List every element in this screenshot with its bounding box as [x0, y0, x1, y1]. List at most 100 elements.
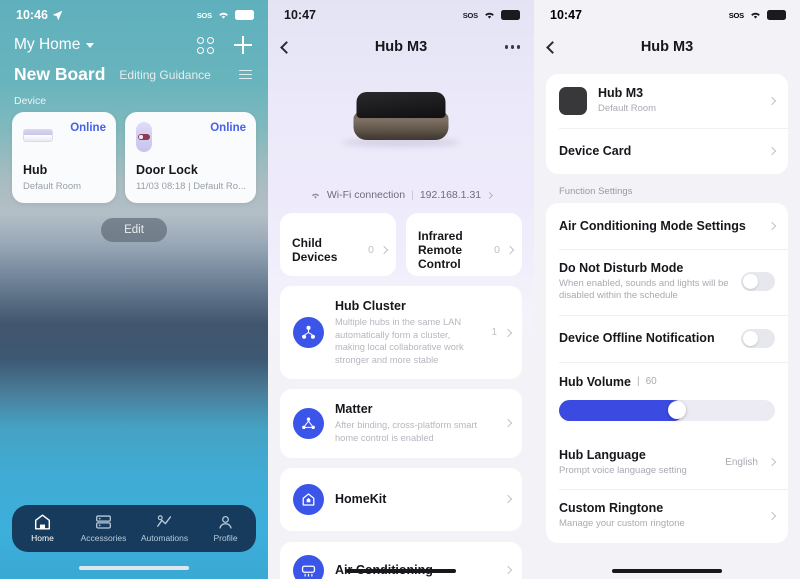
feature-row-matter[interactable]: Matter After binding, cross-platform sma… [280, 389, 522, 458]
quick-card-row: Child Devices 0 Infrared Remote Control … [280, 213, 522, 276]
bottom-tab-bar: Home Accessories Automations Profile [12, 505, 256, 552]
connection-status[interactable]: Wi-Fi connection | 192.168.1.31 [268, 189, 534, 213]
air-conditioning-icon [293, 554, 324, 579]
chevron-right-icon [503, 419, 513, 428]
tab-label: Accessories [80, 533, 127, 543]
setting-title: Air Conditioning Mode Settings [559, 218, 746, 233]
feature-row-homekit[interactable]: HomeKit [280, 467, 522, 531]
device-name: Hub [23, 163, 48, 177]
chevron-right-icon [505, 245, 515, 254]
nav-bar: Hub M3 [268, 30, 534, 64]
editing-guidance-label[interactable]: Editing Guidance [119, 68, 225, 82]
home-selector[interactable]: My Home [14, 36, 95, 54]
volume-title: Hub Volume [559, 374, 631, 389]
setting-title: Hub Language [559, 447, 646, 462]
edit-button[interactable]: Edit [101, 218, 167, 242]
setting-row-custom-ringtone[interactable]: Custom Ringtone Manage your custom ringt… [546, 489, 788, 543]
row-label: Device Card [559, 143, 632, 158]
device-card-row[interactable]: Device Card [546, 127, 788, 174]
device-card-door-lock[interactable]: Online Door Lock 11/03 08:18 | Default R… [124, 112, 256, 203]
tab-label: Profile [213, 533, 238, 543]
setting-row-offline-notification[interactable]: Device Offline Notification [546, 314, 788, 362]
plus-icon[interactable] [234, 36, 252, 54]
slider-fill [559, 399, 685, 421]
phone-screen-home: 10:46 SOS My Home New Board Editing Guid… [0, 0, 268, 579]
section-label-function-settings: Function Settings [559, 185, 633, 197]
home-indicator [612, 569, 722, 573]
feature-row-air-conditioning[interactable]: Air Conditioning [280, 541, 522, 579]
battery-icon [235, 10, 254, 20]
slider-handle[interactable] [668, 401, 687, 419]
setting-row-do-not-disturb[interactable]: Do Not Disturb Mode When enabled, sounds… [546, 248, 788, 315]
tab-accessories[interactable]: Accessories [73, 514, 134, 543]
device-thumbnail [559, 86, 587, 115]
setting-row-hub-language[interactable]: Hub Language Prompt voice language setti… [546, 436, 788, 490]
feature-description: Multiple hubs in the same LAN automatica… [335, 317, 464, 365]
tab-automations[interactable]: Automations [134, 514, 195, 543]
page-title: Hub M3 [640, 39, 694, 55]
wifi-icon [751, 12, 760, 19]
battery-icon [767, 10, 786, 20]
tab-label: Home [31, 533, 54, 543]
status-bar: 10:47 SOS [534, 0, 800, 30]
quick-card-child-devices[interactable]: Child Devices 0 [280, 213, 396, 276]
status-bar: 10:46 SOS [0, 0, 268, 30]
location-arrow-icon [52, 10, 63, 20]
device-subtitle: 11/03 08:18 | Default Ro... [135, 181, 246, 192]
hub-volume-slider[interactable] [559, 399, 775, 421]
device-name: Door Lock [135, 163, 198, 177]
do-not-disturb-toggle[interactable] [741, 272, 775, 291]
hub-device-icon [23, 129, 53, 142]
board-header: New Board Editing Guidance [0, 58, 268, 87]
setting-description: Manage your custom ringtone [559, 518, 685, 529]
setting-row-hub-volume: Hub Volume | 60 [546, 361, 788, 436]
more-options-icon[interactable] [504, 45, 520, 49]
setting-title: Do Not Disturb Mode [559, 260, 684, 275]
status-bar: 10:47 SOS [268, 0, 534, 30]
device-info-group: Hub M3 Default Room Device Card [546, 74, 788, 174]
status-time: 10:47 [284, 8, 316, 22]
device-subtitle: Default Room [23, 181, 82, 192]
chevron-right-icon [503, 565, 513, 575]
setting-description: When enabled, sounds and lights will be … [559, 277, 729, 302]
feature-count: 1 [491, 327, 497, 339]
profile-icon [219, 516, 232, 529]
board-title: New Board [14, 64, 106, 84]
phone-screen-hub-settings: 10:47 SOS Hub M3 Hub M3 Default Room Dev… [534, 0, 800, 579]
device-section-label: Device [14, 95, 47, 107]
feature-title: HomeKit [335, 492, 387, 507]
status-badge: Online [70, 122, 106, 134]
tab-home[interactable]: Home [12, 514, 73, 543]
chevron-right-icon [767, 146, 777, 155]
device-card-list: Online Hub Default Room Online Door Lock… [0, 112, 268, 203]
separator: | [637, 376, 640, 387]
home-name: My Home [14, 36, 81, 53]
chevron-right-icon [767, 511, 777, 520]
wifi-icon [485, 12, 494, 19]
feature-row-hub-cluster[interactable]: Hub Cluster Multiple hubs in the same LA… [280, 286, 522, 380]
separator: | [411, 189, 414, 201]
offline-notification-toggle[interactable] [741, 328, 775, 348]
grid-view-icon[interactable] [197, 36, 214, 54]
device-card-hub[interactable]: Online Hub Default Room [12, 112, 116, 203]
device-info-row[interactable]: Hub M3 Default Room [546, 74, 788, 128]
setting-title: Device Offline Notification [559, 331, 715, 345]
hamburger-menu-icon[interactable] [239, 69, 252, 80]
volume-value: 60 [645, 376, 657, 387]
device-hero-image [268, 64, 534, 189]
hub-product-image [353, 92, 449, 140]
status-time: 10:47 [550, 8, 582, 22]
setting-description: Prompt voice language setting [559, 464, 687, 476]
quick-card-infrared-remote[interactable]: Infrared Remote Control 0 [406, 213, 522, 276]
sos-indicator: SOS [196, 10, 212, 20]
setting-row-air-conditioning-mode[interactable]: Air Conditioning Mode Settings [546, 203, 788, 249]
sos-indicator: SOS [728, 10, 744, 20]
tab-profile[interactable]: Profile [195, 514, 256, 543]
chevron-right-icon [503, 328, 513, 337]
home-indicator [79, 566, 189, 570]
chevron-right-icon [767, 221, 777, 230]
card-count: 0 [368, 243, 374, 256]
accessories-icon [96, 515, 111, 529]
matter-icon [293, 407, 324, 439]
card-title: Child Devices [292, 235, 338, 264]
